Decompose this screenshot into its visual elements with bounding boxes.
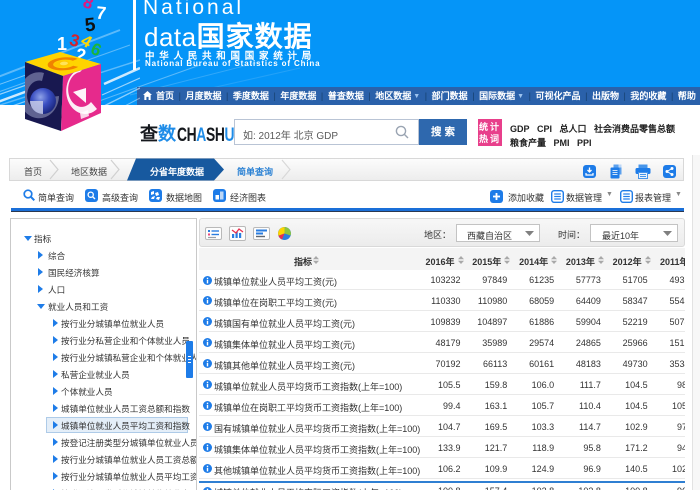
svg-text:1: 1 [57,34,67,54]
svg-text:8: 8 [81,0,96,13]
svg-text:7: 7 [95,3,107,24]
